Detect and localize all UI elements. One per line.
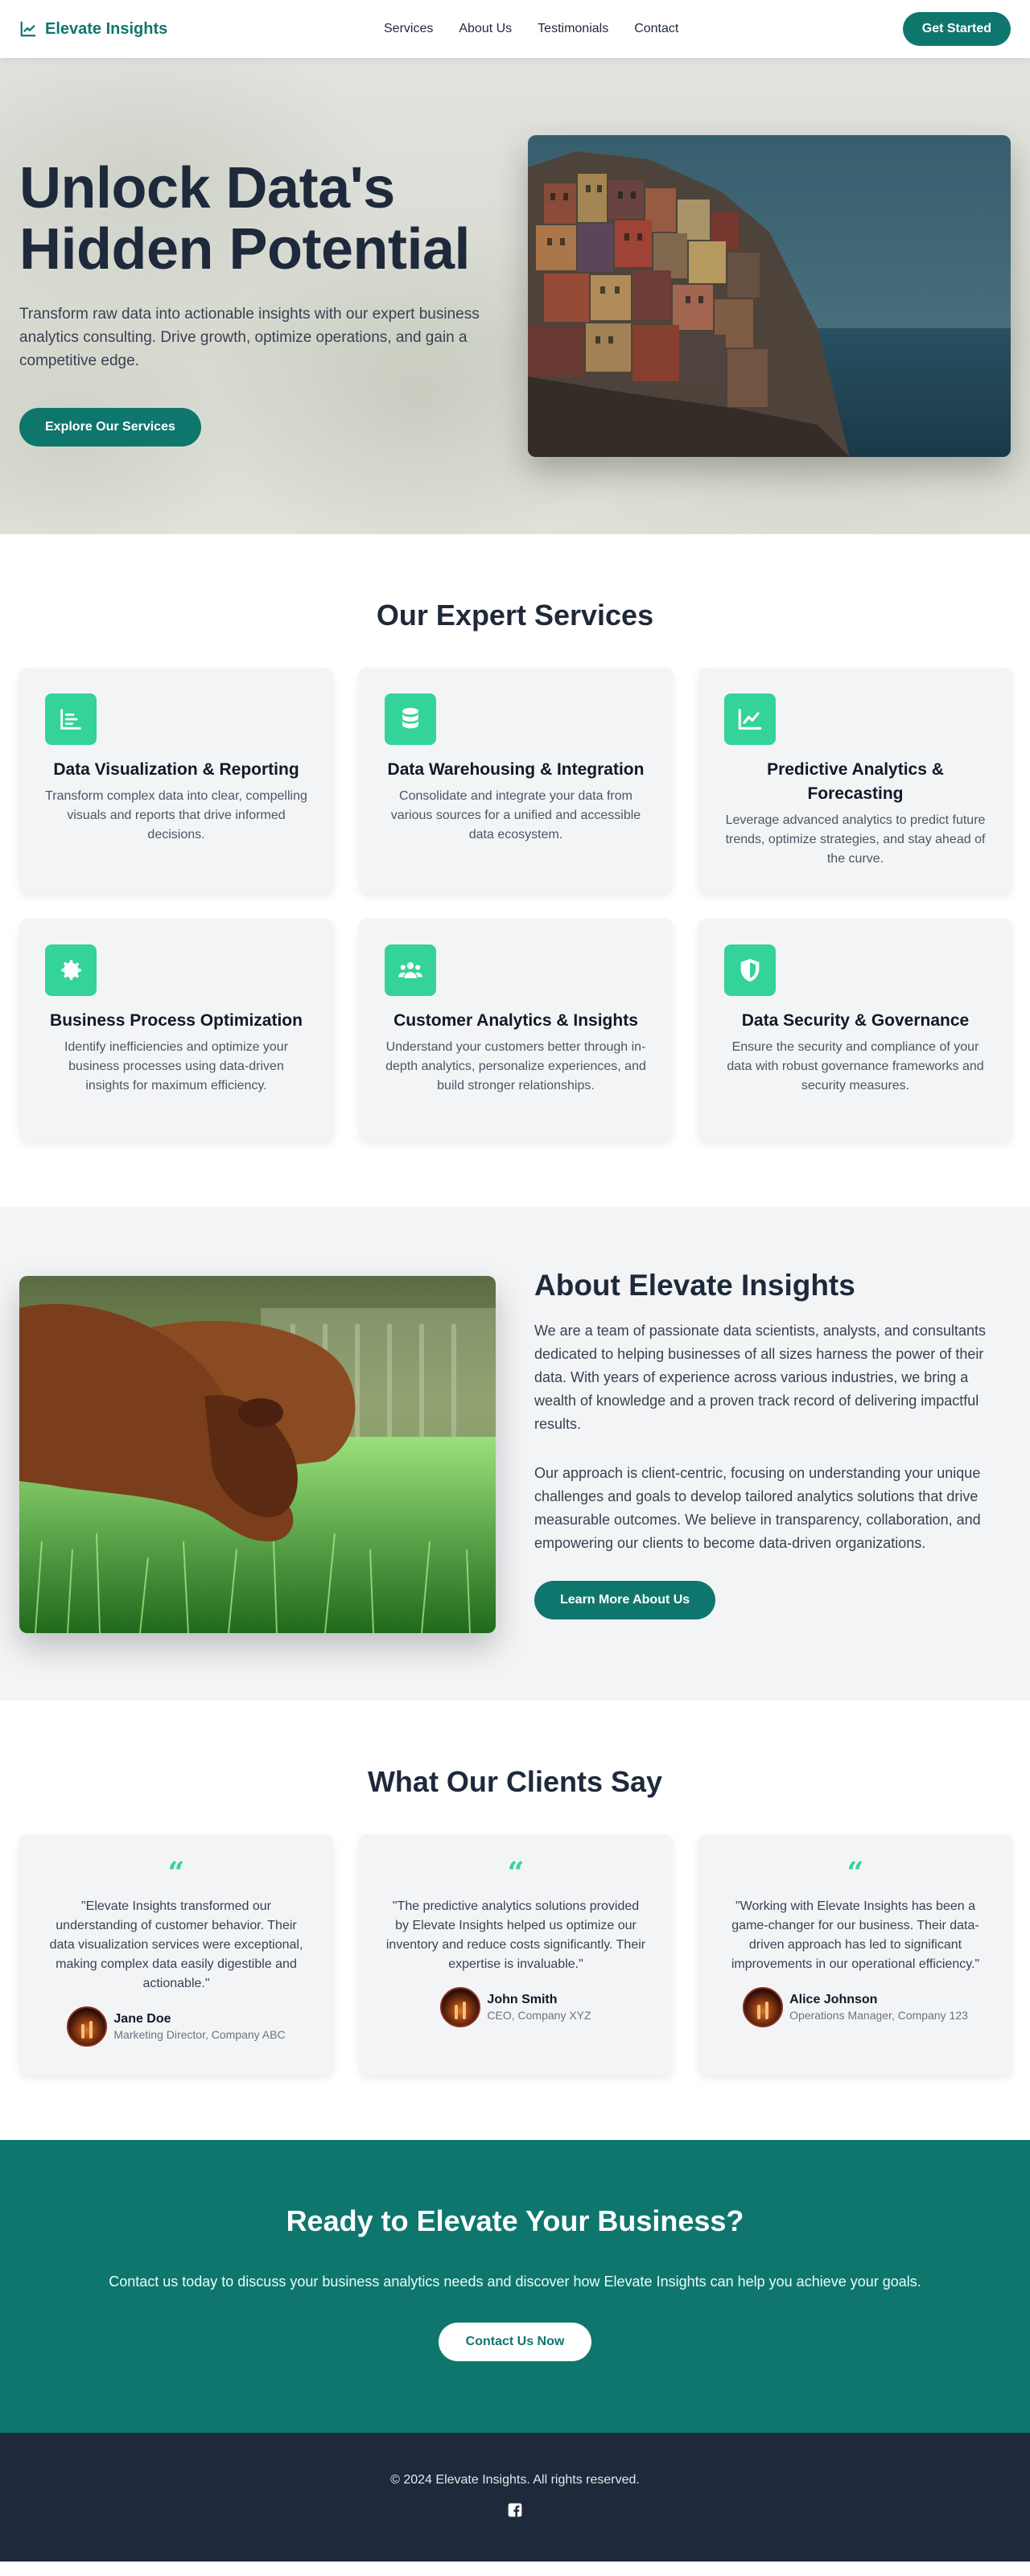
services-title: Our Expert Services	[376, 599, 654, 632]
explore-services-button[interactable]: Explore Our Services	[19, 408, 201, 446]
testimonials-title: What Our Clients Say	[367, 1765, 663, 1798]
testimonial-author: Alice Johnson Operations Manager, Compan…	[724, 1987, 987, 2027]
site-footer: © 2024 Elevate Insights. All rights rese…	[0, 2433, 1030, 2562]
service-card-predictive[interactable]: Predictive Analytics & Forecasting Lever…	[698, 668, 1012, 893]
cta-section: Ready to Elevate Your Business? Contact …	[0, 2140, 1030, 2433]
about-content: About Elevate Insights We are a team of …	[534, 1266, 1011, 1619]
avatar	[67, 2006, 108, 2047]
service-title: Customer Analytics & Insights	[393, 1011, 638, 1030]
quote-icon: “	[847, 1856, 864, 1890]
about-image	[19, 1276, 496, 1633]
brand-logo[interactable]: Elevate Insights	[19, 20, 167, 39]
hero-title: Unlock Data's Hidden Potential	[19, 156, 471, 282]
cta-title: Ready to Elevate Your Business?	[286, 2204, 744, 2237]
testimonial-card: “ "Elevate Insights transformed our unde…	[19, 1834, 333, 2076]
avatar	[440, 1987, 481, 2027]
hero-content: Unlock Data's Hidden Potential Transform…	[19, 158, 518, 446]
about-section: About Elevate Insights We are a team of …	[0, 1207, 1030, 1701]
database-icon	[385, 693, 436, 745]
avatar	[743, 1987, 784, 2027]
testimonial-quote: "The predictive analytics solutions prov…	[385, 1899, 646, 1971]
about-paragraph-1: We are a team of passionate data scienti…	[534, 1323, 986, 1432]
shield-icon	[724, 944, 776, 996]
testimonials-grid: “ "Elevate Insights transformed our unde…	[19, 1834, 1012, 2076]
service-desc: Leverage advanced analytics to predict f…	[725, 813, 986, 866]
about-paragraph-2: Our approach is client-centric, focusing…	[534, 1465, 981, 1551]
nav-testimonials[interactable]: Testimonials	[538, 22, 608, 36]
author-name: John Smith	[487, 1993, 558, 2006]
service-card-security[interactable]: Data Security & Governance Ensure the se…	[698, 919, 1012, 1141]
report-icon	[45, 693, 97, 745]
service-desc: Consolidate and integrate your data from…	[390, 789, 641, 842]
service-card-warehousing[interactable]: Data Warehousing & Integration Consolida…	[359, 668, 673, 893]
nav-contact[interactable]: Contact	[634, 22, 678, 36]
main-nav: Services About Us Testimonials Contact	[384, 22, 678, 36]
site-header: Elevate Insights Services About Us Testi…	[0, 0, 1030, 58]
testimonials-section: What Our Clients Say “ "Elevate Insights…	[0, 1701, 1030, 2140]
service-desc: Transform complex data into clear, compe…	[45, 789, 307, 842]
testimonial-quote: "Working with Elevate Insights has been …	[731, 1899, 980, 1971]
testimonial-author: Jane Doe Marketing Director, Company ABC	[45, 2006, 307, 2047]
service-title: Predictive Analytics & Forecasting	[767, 760, 944, 803]
get-started-button[interactable]: Get Started	[902, 12, 1011, 46]
services-section: Our Expert Services Data Visualization &…	[0, 534, 1030, 1207]
learn-more-button[interactable]: Learn More About Us	[534, 1581, 716, 1619]
cliffside-village-image	[528, 135, 1011, 457]
service-title: Business Process Optimization	[50, 1011, 303, 1030]
hero-image	[528, 135, 1011, 457]
service-card-process[interactable]: Business Process Optimization Identify i…	[19, 919, 333, 1141]
testimonial-card: “ "The predictive analytics solutions pr…	[359, 1834, 673, 2076]
testimonial-card: “ "Working with Elevate Insights has bee…	[698, 1834, 1012, 2076]
author-role: CEO, Company XYZ	[487, 2009, 591, 2022]
services-grid: Data Visualization & Reporting Transform…	[19, 668, 1012, 1141]
service-title: Data Security & Governance	[741, 1011, 970, 1030]
facebook-icon[interactable]	[507, 2502, 523, 2522]
service-title: Data Visualization & Reporting	[53, 760, 299, 779]
line-chart-icon	[20, 21, 36, 37]
service-desc: Ensure the security and compliance of yo…	[727, 1040, 984, 1093]
service-card-customer[interactable]: Customer Analytics & Insights Understand…	[359, 919, 673, 1141]
about-title: About Elevate Insights	[534, 1269, 855, 1302]
nav-about[interactable]: About Us	[459, 22, 512, 36]
service-desc: Identify inefficiencies and optimize you…	[64, 1040, 289, 1093]
hero-subtitle: Transform raw data into actionable insig…	[19, 306, 480, 369]
dogs-grazing-image	[19, 1276, 496, 1633]
author-name: Alice Johnson	[789, 1993, 878, 2006]
hero-section: Unlock Data's Hidden Potential Transform…	[0, 58, 1030, 534]
quote-icon: “	[507, 1856, 525, 1890]
nav-services[interactable]: Services	[384, 22, 433, 36]
quote-icon: “	[167, 1856, 185, 1890]
testimonial-quote: "Elevate Insights transformed our unders…	[49, 1899, 303, 1990]
gear-icon	[45, 944, 97, 996]
author-role: Operations Manager, Company 123	[789, 2009, 968, 2022]
author-name: Jane Doe	[113, 2012, 171, 2026]
service-card-visualization[interactable]: Data Visualization & Reporting Transform…	[19, 668, 333, 893]
service-desc: Understand your customers better through…	[385, 1040, 646, 1093]
testimonial-author: John Smith CEO, Company XYZ	[385, 1987, 647, 2027]
footer-copyright: © 2024 Elevate Insights. All rights rese…	[390, 2473, 640, 2487]
service-title: Data Warehousing & Integration	[387, 760, 645, 779]
users-icon	[385, 944, 436, 996]
cta-subtitle: Contact us today to discuss your busines…	[109, 2274, 921, 2290]
line-chart-icon	[724, 693, 776, 745]
contact-us-button[interactable]: Contact Us Now	[438, 2323, 592, 2361]
brand-name: Elevate Insights	[45, 19, 168, 38]
author-role: Marketing Director, Company ABC	[113, 2028, 286, 2041]
